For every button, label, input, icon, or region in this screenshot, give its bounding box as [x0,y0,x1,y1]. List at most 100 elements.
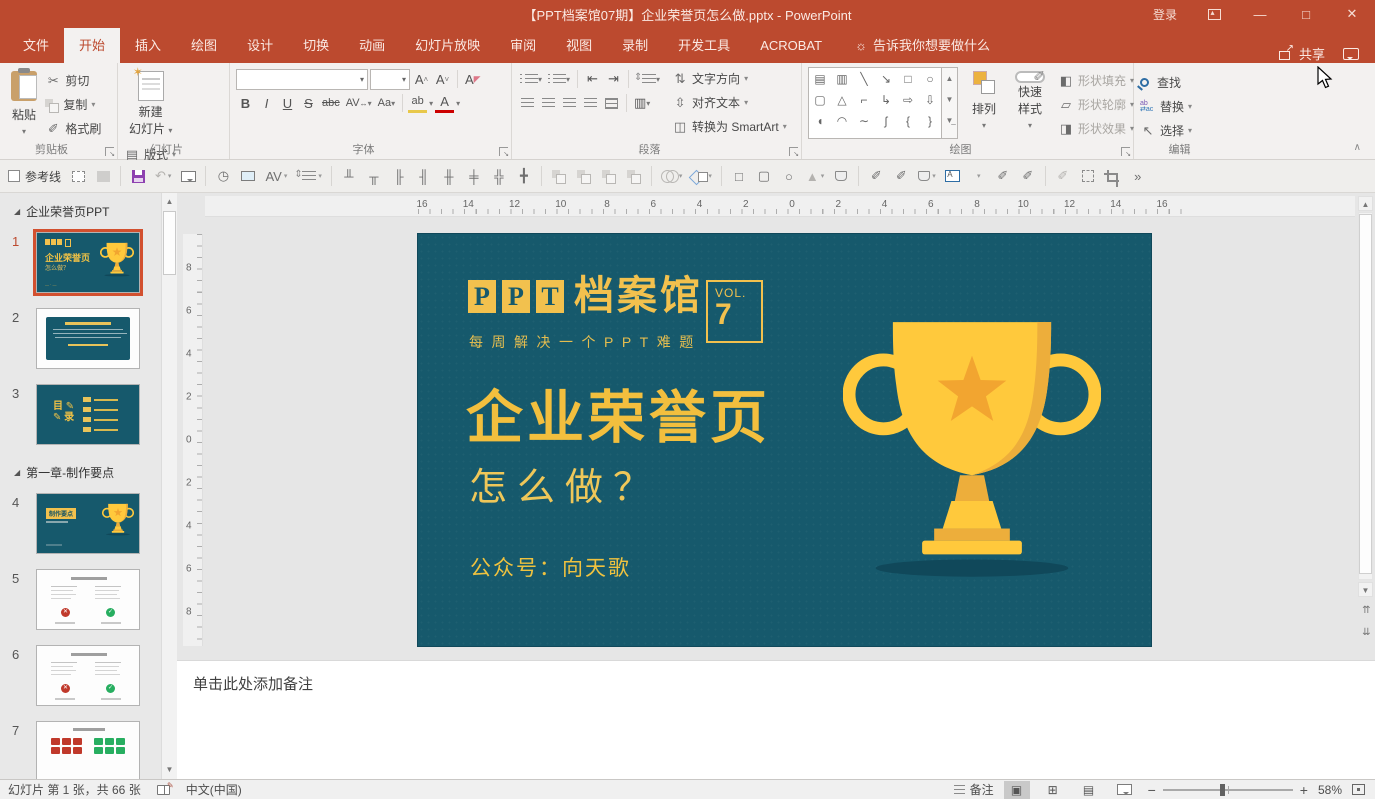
paste-button[interactable]: 粘贴▾ [6,67,42,141]
character-spacing-button[interactable]: AV↔▾ [344,93,374,113]
shape-gallery-item-0[interactable]: ▤ [809,68,831,89]
text-highlight-button[interactable]: ab [408,93,427,113]
bullets-button[interactable]: ▾ [518,69,544,89]
character-spacing-icon[interactable]: AV▾ [265,167,287,185]
slide-thumbnail-6[interactable]: ✕✓ [36,645,140,706]
underline-button[interactable]: U [278,93,297,113]
bold-button[interactable]: B [236,93,255,113]
shape-gallery-item-6[interactable]: ▢ [809,89,831,110]
text-direction-button[interactable]: ⇅文字方向▾ [672,68,787,89]
rehearse-timings-icon[interactable]: ◷ [215,167,231,185]
shape-gallery-item-11[interactable]: ⇩ [919,89,941,110]
clear-formatting-button[interactable]: A◤ [463,69,483,89]
copy-button[interactable]: 复制▾ [45,94,101,115]
zoom-slider[interactable] [1163,789,1293,791]
panel-scroll-down-icon[interactable]: ▼ [162,762,177,778]
previous-slide-button[interactable]: ⇈ [1359,603,1374,619]
maximize-button[interactable]: □ [1283,0,1329,28]
monitor-settings-icon[interactable] [240,167,256,185]
shape-gallery-item-1[interactable]: ▥ [831,68,853,89]
more-commands-icon[interactable]: » [1130,167,1146,185]
save-icon[interactable] [130,167,146,185]
align-left-button[interactable] [518,93,537,113]
send-backward-icon[interactable] [576,167,592,185]
reading-view-button[interactable]: ▤ [1076,781,1102,799]
align-center-button[interactable] [539,93,558,113]
zoom-percentage[interactable]: 58% [1318,783,1342,797]
shape-gallery-item-7[interactable]: △ [831,89,853,110]
rotate-3d-icon[interactable]: ▲▾ [806,167,824,185]
arrange-button[interactable]: 排列▾ [966,67,1002,135]
tab-7[interactable]: 幻灯片放映 [400,28,495,63]
shape-gallery-item-14[interactable]: ∼ [853,110,875,131]
shape-gallery-item-12[interactable]: ◖ [809,110,831,131]
ribbon-display-options-button[interactable] [1191,0,1237,28]
editor-scroll-thumb[interactable] [1359,214,1372,574]
vertical-ruler[interactable]: 864202468 [183,234,203,646]
font-size-combo[interactable]: ▾ [370,69,410,90]
increase-indent-button[interactable]: ⇥ [604,69,623,89]
tab-1[interactable]: 开始 [64,28,120,63]
tab-0[interactable]: 文件 [8,28,64,63]
align-bottom-icon[interactable]: ╨ [341,167,357,185]
slide-sorter-view-button[interactable]: ⊞ [1040,781,1066,799]
font-dialog-launcher[interactable] [499,147,508,156]
horizontal-ruler[interactable]: 1614121086420246810121416 [205,196,1355,217]
drawing-dialog-launcher[interactable] [1121,147,1130,156]
columns-button[interactable]: ▥▾ [632,93,652,113]
spell-check-icon[interactable] [157,785,170,795]
shadow-button[interactable]: abc [320,93,342,113]
notes-toggle-button[interactable]: 备注 [954,781,994,798]
comments-icon[interactable] [1343,48,1359,60]
shape-outline-button[interactable]: ▱形状轮廓▾ [1058,94,1134,115]
shape-gallery-item-4[interactable]: □ [897,68,919,89]
shape-gallery-item-5[interactable]: ○ [919,68,941,89]
tab-12[interactable]: ACROBAT [745,28,837,63]
align-top-icon[interactable]: ╥ [366,167,382,185]
next-slide-button[interactable]: ⇊ [1359,625,1374,641]
new-slide-button[interactable]: 新建 幻灯片 ▾ [124,67,177,141]
shape-gallery-item-13[interactable]: ◠ [831,110,853,131]
section-header[interactable]: ◢企业荣誉页PPT [0,193,160,226]
shapes-gallery[interactable]: ▤▥╲↘□○▢△⌐↳⇨⇩◖◠∼ʃ{} [808,67,942,139]
change-case-button[interactable]: Aa▾ [376,93,397,113]
distribute-vertically-icon[interactable]: ╋ [516,167,532,185]
gallery-up-icon[interactable]: ▲ [942,68,957,89]
eyedropper-text2-icon[interactable]: ✐ [1020,167,1036,185]
tab-11[interactable]: 开发工具 [663,28,745,63]
oval-shape-icon[interactable]: ○ [781,167,797,185]
combine-shapes-icon[interactable]: ▾ [691,167,712,185]
tell-me-box[interactable]: ☼ 告诉我你想要做什么 [855,28,990,63]
tab-2[interactable]: 插入 [120,28,176,63]
rounded-rectangle-shape-icon[interactable]: ▢ [756,167,772,185]
slide-thumbnail-1[interactable]: 企业荣誉页怎么做？— · — [36,232,140,293]
replace-button[interactable]: ab⇄ac替换▾ [1140,96,1192,117]
convert-smartart-button[interactable]: ◫转换为 SmartArt▾ [672,116,787,137]
zoom-slider-thumb[interactable] [1220,784,1225,796]
align-right-icon[interactable]: ╢ [416,167,432,185]
notes-pane[interactable]: 单击此处添加备注 [177,660,1375,779]
decrease-indent-button[interactable]: ⇤ [583,69,602,89]
tab-10[interactable]: 录制 [607,28,663,63]
sign-in-button[interactable]: 登录 [1139,0,1191,28]
grid-settings-icon[interactable] [70,167,86,185]
shape-fill-icon[interactable] [833,167,849,185]
section-header[interactable]: ◢第一章-制作要点 [0,454,160,487]
shape-gallery-item-2[interactable]: ╲ [853,68,875,89]
clipboard-dialog-launcher[interactable] [105,147,114,156]
panel-scroll-thumb[interactable] [163,211,176,275]
shape-gallery-item-15[interactable]: ʃ [875,110,897,131]
increase-font-size-button[interactable]: A [412,69,431,89]
rectangle-shape-icon[interactable]: □ [731,167,747,185]
distribute-button[interactable] [602,93,621,113]
find-button[interactable]: 查找 [1140,72,1192,93]
bring-forward-icon[interactable] [551,167,567,185]
tab-6[interactable]: 动画 [344,28,400,63]
zoom-out-button[interactable]: − [1148,782,1156,798]
strikethrough-button[interactable]: S [299,93,318,113]
close-button[interactable]: ✕ [1329,0,1375,28]
slide-canvas[interactable]: PPT档案馆 VOL. 7 每周解决一个PPT难题 企业荣誉页 怎么做？ 公众号… [418,234,1151,646]
slide-thumbnail-4[interactable]: 制作要点 [36,493,140,554]
share-button[interactable]: 共享 [1278,44,1325,63]
distribute-horizontally-icon[interactable]: ╬ [491,167,507,185]
